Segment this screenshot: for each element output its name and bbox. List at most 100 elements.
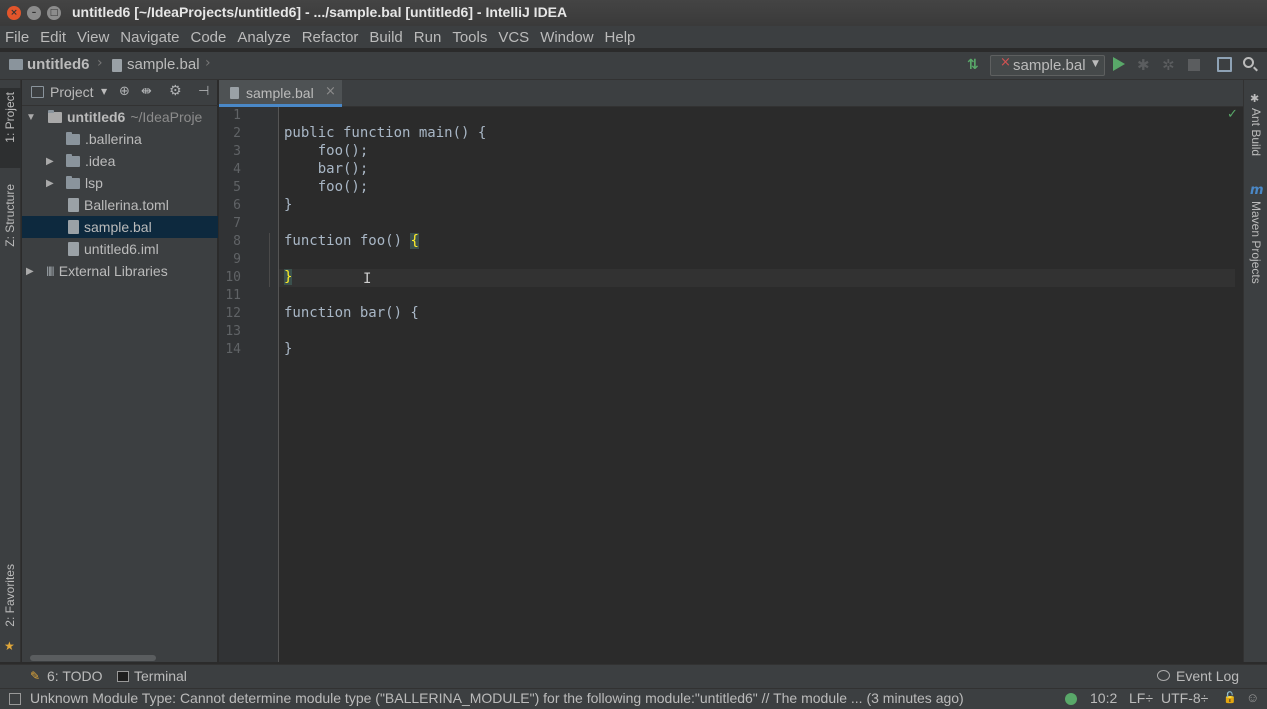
project-view-icon [31,86,44,98]
hide-panel-icon[interactable]: ⊣ [198,84,209,99]
inspector-icon[interactable]: ☺ [1246,690,1259,705]
editor-tab-sample-bal[interactable]: sample.bal × [219,80,342,107]
tool-tab-maven-label: Maven Projects [1249,201,1263,284]
line-number: 4 [233,162,241,177]
search-icon[interactable] [1243,57,1254,68]
menu-help[interactable]: Help [605,29,636,46]
breadcrumb-file[interactable]: sample.bal [127,56,200,73]
breadcrumb-separator-icon: › [97,55,103,71]
line-number: 1 [233,108,241,123]
debug-icon[interactable]: ✱ [1137,56,1150,74]
menu-refactor[interactable]: Refactor [302,29,359,46]
line-number: 12 [225,306,241,321]
project-panel: Project ▼ ⊕ ⇼ ⚙ ⊣ ▼ untitled6 ~/IdeaProj… [22,80,218,662]
coverage-icon[interactable]: ✲ [1162,56,1175,74]
project-structure-icon[interactable] [1217,57,1232,72]
collapse-all-icon[interactable]: ⇼ [141,84,152,99]
menu-run[interactable]: Run [414,29,442,46]
fold-marker [269,233,270,287]
tree-item-external-libraries[interactable]: ▶ ‖‖ External Libraries [22,260,218,282]
ant-icon: ✱ [1250,92,1260,105]
breadcrumb-separator-icon: › [205,55,211,71]
navigation-bar: untitled6 › sample.bal › ⇅ × sample.bal … [0,52,1267,80]
menu-navigate[interactable]: Navigate [120,29,179,46]
tool-tab-maven[interactable]: m Maven Projects [1244,183,1267,293]
tool-tab-ant-label: Ant Build [1249,108,1263,157]
tree-item-lsp[interactable]: ▶ lsp [22,172,218,194]
tree-item-untitled6[interactable]: ▼ untitled6 ~/IdeaProje [22,106,218,128]
code-editor[interactable]: 1 2 3 4 5 6 7 8 9 10 11 12 13 14 public function main(… [219,107,1243,662]
star-icon: ★ [4,639,15,653]
maven-icon: m [1250,183,1264,198]
menu-build[interactable]: Build [369,29,402,46]
menu-vcs[interactable]: VCS [498,29,529,46]
close-window-button[interactable]: × [7,6,21,20]
tool-tab-todo[interactable]: 6: TODO [47,668,103,684]
tool-tab-favorites[interactable]: 2: Favorites ★ [0,564,21,654]
breadcrumb-project[interactable]: untitled6 [27,56,90,73]
chevron-right-icon: ▶ [46,177,54,189]
line-number: 8 [233,234,241,249]
file-icon [112,59,122,72]
run-icon[interactable] [1113,57,1125,71]
project-view-selector[interactable]: Project [50,84,94,100]
line-number: 3 [233,144,241,159]
tree-item-path: ~/IdeaProje [130,109,203,125]
status-message[interactable]: Unknown Module Type: Cannot determine mo… [30,690,1060,706]
tree-item-iml[interactable]: untitled6.iml [22,238,218,260]
menu-tools[interactable]: Tools [452,29,487,46]
scroll-from-source-icon[interactable]: ⊕ [119,84,130,99]
tool-tab-structure[interactable]: Z: Structure [0,180,21,270]
vertical-scrollbar[interactable] [1235,129,1243,662]
code-line: } [284,341,293,357]
tree-item-ballerina[interactable]: .ballerina [22,128,218,150]
line-number: 13 [225,324,241,339]
project-folder-icon [9,59,23,70]
menu-file[interactable]: File [5,29,29,46]
toggle-tool-windows-icon[interactable] [9,693,21,705]
tool-tab-project[interactable]: 1: Project [0,88,21,168]
vcs-update-icon[interactable]: ⇅ [967,57,979,73]
tree-item-sample-bal[interactable]: sample.bal [22,216,218,238]
caret-position[interactable]: 10:2 [1090,690,1117,706]
tree-item-ballerina-toml[interactable]: Ballerina.toml [22,194,218,216]
tree-item-label: sample.bal [84,219,152,235]
maximize-window-button[interactable]: □ [47,6,61,20]
lock-icon[interactable]: 🔓 [1223,691,1237,704]
close-tab-icon[interactable]: × [325,84,336,99]
gear-icon[interactable]: ⚙ [169,83,182,99]
folder-icon [66,175,80,189]
run-config-dropdown[interactable]: × sample.bal ▼ [990,55,1105,76]
inspection-ok-icon: ✓ [1227,107,1238,122]
line-separator-selector[interactable]: LF÷ [1129,690,1153,706]
code-line: function foo() { [284,233,419,249]
folder-icon [66,131,80,145]
folder-icon [66,153,80,167]
chevron-right-icon: ▶ [26,265,34,277]
line-number: 9 [233,252,241,267]
encoding-selector[interactable]: UTF-8÷ [1161,690,1208,706]
code-line: } [284,269,293,285]
tree-item-label: untitled6 [67,109,126,125]
code-line: } [284,197,293,213]
menu-edit[interactable]: Edit [40,29,66,46]
tree-item-label: untitled6.iml [84,241,159,257]
code-line: bar(); [284,161,369,177]
stop-icon[interactable] [1188,59,1200,71]
tree-item-label: .idea [85,153,116,169]
horizontal-scrollbar[interactable] [30,655,156,661]
menu-window[interactable]: Window [540,29,593,46]
chevron-down-icon: ▼ [101,87,108,96]
line-number: 2 [233,126,241,141]
tree-item-idea[interactable]: ▶ .idea [22,150,218,172]
menu-code[interactable]: Code [190,29,226,46]
menu-view[interactable]: View [77,29,109,46]
terminal-icon [117,671,129,682]
tool-tab-terminal[interactable]: Terminal [134,668,187,684]
chevron-right-icon: ▶ [46,155,54,167]
bal-file-icon [68,220,79,234]
minimize-window-button[interactable]: – [27,6,41,20]
menu-analyze[interactable]: Analyze [237,29,290,46]
tool-tab-event-log[interactable]: Event Log [1176,668,1239,684]
tool-tab-ant-build[interactable]: ✱ Ant Build [1244,90,1267,175]
